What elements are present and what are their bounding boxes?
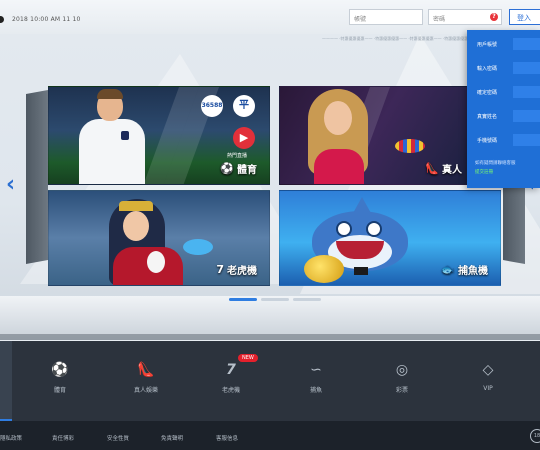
slot-seven-icon: 7 <box>216 263 224 276</box>
lottery-ball-icon: ◎ <box>395 362 409 378</box>
footer <box>0 421 540 450</box>
hero-banner <box>0 34 540 340</box>
game-card-slots[interactable]: 7 老虎機 <box>48 190 270 286</box>
nav-label: VIP <box>483 385 493 392</box>
card-title: 🐟 捕魚機 <box>441 263 488 277</box>
password-input[interactable]: 密碼 ? <box>428 9 502 25</box>
live-camera-icon[interactable]: ▶ <box>233 127 255 149</box>
forgot-password-icon[interactable]: ? <box>490 13 498 21</box>
password-placeholder: 密碼 <box>433 16 446 23</box>
footer-link-support-info[interactable]: 客服信息 <box>216 434 238 442</box>
nav-item-lottery[interactable]: ◎ 彩票 <box>372 362 432 394</box>
footer-link-responsible-gaming[interactable]: 責任博彩 <box>52 434 74 442</box>
footer-link-security[interactable]: 安全性質 <box>107 434 129 442</box>
real-name-field[interactable] <box>513 110 540 122</box>
stage-shadow <box>0 334 540 340</box>
fish-icon: 🐟 <box>441 263 455 276</box>
diamond-icon: ◇ <box>482 362 494 378</box>
nav-label: 彩票 <box>395 387 408 394</box>
card-title: 7 老虎機 <box>216 263 257 277</box>
casino-chips-image <box>395 139 425 153</box>
register-row: 手機號碼 <box>473 134 540 148</box>
nav-label: 真人娛樂 <box>133 387 158 394</box>
nav-label: 老虎機 <box>221 387 240 394</box>
register-row: 真實姓名 <box>473 110 540 124</box>
field-label: 用戶帳號 <box>477 42 498 48</box>
login-button[interactable]: 登入 <box>509 9 540 25</box>
carousel-dot[interactable] <box>293 298 321 301</box>
footer-link-disclaimer[interactable]: 免責聲明 <box>161 434 183 442</box>
top-bar: 2018 10:00 AM 11 10 帳號 密碼 ? 登入 <box>0 0 540 34</box>
slot-character-image <box>89 197 213 285</box>
soccer-ball-icon: ⚽ <box>51 362 69 378</box>
register-panel: 用戶帳號 輸入密碼 確定密碼 真實姓名 手機號碼 如有疑問請聯絡客服 提交註冊 <box>467 30 540 188</box>
register-row: 輸入密碼 <box>473 62 540 76</box>
nav-item-vip[interactable]: ◇ VIP <box>458 362 518 392</box>
field-label: 手機號碼 <box>477 138 498 144</box>
soccer-ball-icon: ⚽ <box>220 162 234 175</box>
carousel-pagination <box>229 298 321 301</box>
contact-support-link[interactable]: 如有疑問請聯絡客服 <box>475 160 516 166</box>
nav-label: 捕魚 <box>309 387 322 394</box>
fish-icon: ∽ <box>310 362 322 378</box>
carousel-dot[interactable] <box>229 298 257 301</box>
register-row: 用戶帳號 <box>473 38 540 52</box>
carousel-prev-icon[interactable]: ‹ <box>6 172 15 197</box>
field-label: 確定密碼 <box>477 90 498 96</box>
athlete-image <box>77 87 147 184</box>
slot-seven-icon: 7 <box>226 362 236 378</box>
nav-item-slots[interactable]: 7 老虎機 <box>201 362 261 394</box>
live-stream-label: 熱門直播 <box>227 153 248 159</box>
announcement-marquee[interactable]: 一一一一 ·特惠優惠優惠一一 ·特惠優惠優惠一一 ·特惠優惠優惠一一 ·特惠優惠… <box>322 36 476 42</box>
nav-item-sports[interactable]: ⚽ 體育 <box>30 362 90 394</box>
nav-active-indicator <box>0 341 12 421</box>
shark-character-image <box>300 197 420 283</box>
confirm-password-field[interactable] <box>513 86 540 98</box>
carousel-dot[interactable] <box>261 298 289 301</box>
game-card-live-casino[interactable]: 👠 真人 <box>279 86 469 185</box>
game-card-sports[interactable]: 36588 平 ▶ 熱門直播 ⚽ 體育 <box>48 86 270 185</box>
partner-logo-badge[interactable]: 36588 <box>201 95 223 117</box>
game-card-fishing[interactable]: 🐟 捕魚機 <box>279 190 501 286</box>
account-input[interactable]: 帳號 <box>349 9 423 25</box>
nav-item-live-casino[interactable]: 👠 真人娛樂 <box>116 362 176 394</box>
submit-register-link[interactable]: 提交註冊 <box>475 169 493 175</box>
nav-item-fishing[interactable]: ∽ 捕魚 <box>286 362 346 394</box>
age-restriction-icon: 18 <box>530 429 540 443</box>
field-label: 真實姓名 <box>477 114 498 120</box>
phone-field[interactable] <box>513 134 540 146</box>
register-row: 確定密碼 <box>473 86 540 100</box>
card-title: 👠 真人 <box>425 162 462 176</box>
high-heel-icon: 👠 <box>137 362 155 378</box>
card-title: ⚽ 體育 <box>220 162 257 176</box>
field-label: 輸入密碼 <box>477 66 498 72</box>
username-field[interactable] <box>513 38 540 50</box>
footer-link-privacy[interactable]: 隱私政策 <box>0 434 22 442</box>
clock-display: 2018 10:00 AM 11 10 <box>12 16 81 23</box>
partner-logo-badge[interactable]: 平 <box>233 95 255 117</box>
new-badge: NEW <box>238 354 258 362</box>
dealer-image <box>302 87 376 184</box>
nav-label: 體育 <box>53 387 66 394</box>
password-field[interactable] <box>513 62 540 74</box>
logo-mark <box>0 16 4 23</box>
high-heel-icon: 👠 <box>425 162 439 175</box>
stage-side-left <box>26 90 48 264</box>
